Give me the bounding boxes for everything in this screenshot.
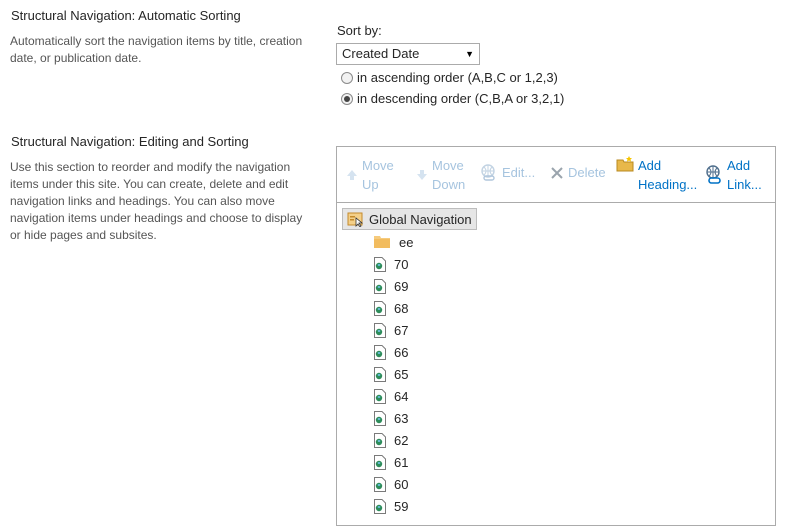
arrow-up-icon (346, 168, 358, 182)
move-up-button[interactable]: Move Up (346, 156, 394, 194)
tree-item[interactable]: ee (374, 231, 413, 253)
page-icon (374, 476, 386, 492)
add-link-button[interactable]: Add Link... (705, 156, 762, 194)
delete-button[interactable]: Delete (550, 163, 606, 182)
page-icon (374, 498, 386, 514)
navigation-root-icon (347, 211, 365, 227)
ascending-radio[interactable] (341, 71, 353, 84)
page-icon (374, 344, 386, 360)
tree-item[interactable]: 63 (374, 407, 408, 429)
add-heading-button[interactable]: Add Heading... (616, 156, 697, 194)
tree-item-label: 61 (394, 454, 409, 470)
descending-label: in descending order (C,B,A or 3,2,1) (357, 91, 565, 106)
tree-item[interactable]: 65 (374, 363, 408, 385)
tree-item-label: 63 (394, 410, 409, 426)
tree-root-global-navigation[interactable]: Global Navigation (342, 208, 477, 230)
page-icon (374, 322, 386, 338)
move-up-label-line2: Up (362, 177, 379, 192)
tree-item-label: 67 (394, 322, 409, 338)
descending-order-option[interactable]: in descending order (C,B,A or 3,2,1) (341, 91, 564, 106)
editing-sorting-description: Use this section to reorder and modify t… (10, 160, 303, 242)
tree-root-label: Global Navigation (369, 211, 472, 227)
edit-label: Edit... (502, 165, 536, 180)
navigation-toolbar: Move Up Move Down Edit... Delete Add Hea… (337, 147, 775, 203)
tree-item[interactable]: 62 (374, 429, 408, 451)
page-icon (374, 454, 386, 470)
add-link-label-line1: Add (727, 158, 751, 173)
navigation-editor: Move Up Move Down Edit... Delete Add Hea… (336, 146, 776, 526)
tree-item-label: 68 (394, 300, 409, 316)
folder-add-icon (616, 156, 634, 172)
tree-item[interactable]: 67 (374, 319, 408, 341)
descending-radio[interactable] (341, 92, 353, 105)
sort-by-selected-value: Created Date (342, 46, 420, 61)
move-down-label-line1: Move (432, 158, 464, 173)
tree-item[interactable]: 70 (374, 253, 408, 275)
edit-button[interactable]: Edit... (480, 163, 535, 182)
tree-item[interactable]: 66 (374, 341, 408, 363)
close-icon (550, 166, 564, 180)
tree-item[interactable]: 69 (374, 275, 408, 297)
dropdown-arrow-icon: ▼ (465, 49, 474, 59)
tree-item-label: 62 (394, 432, 409, 448)
arrow-down-icon (416, 168, 428, 182)
add-heading-label-line2: Heading... (638, 177, 698, 192)
tree-item[interactable]: 59 (374, 495, 408, 517)
page-icon (374, 432, 386, 448)
page-icon (374, 278, 386, 294)
add-link-icon (705, 165, 723, 185)
ascending-label: in ascending order (A,B,C or 1,2,3) (357, 70, 558, 85)
tree-item-label: 69 (394, 278, 409, 294)
folder-icon (374, 235, 391, 249)
ascending-order-option[interactable]: in ascending order (A,B,C or 1,2,3) (341, 70, 558, 85)
page-icon (374, 410, 386, 426)
tree-item-label: 66 (394, 344, 409, 360)
tree-item[interactable]: 68 (374, 297, 408, 319)
move-up-label-line1: Move (362, 158, 394, 173)
editing-sorting-title: Structural Navigation: Editing and Sorti… (11, 134, 249, 149)
edit-link-icon (480, 163, 498, 182)
tree-item-label: 59 (394, 498, 409, 514)
sort-by-label: Sort by: (337, 23, 382, 38)
tree-item-label: 60 (394, 476, 409, 492)
tree-item-label: 70 (394, 256, 409, 272)
page-icon (374, 300, 386, 316)
move-down-button[interactable]: Move Down (416, 156, 465, 194)
sort-by-select[interactable]: Created Date ▼ (336, 43, 480, 65)
add-heading-label-line1: Add (638, 158, 662, 173)
tree-item[interactable]: 64 (374, 385, 408, 407)
add-link-label-line2: Link... (727, 177, 762, 192)
tree-item[interactable]: 60 (374, 473, 408, 495)
move-down-label-line2: Down (432, 177, 466, 192)
page-icon (374, 366, 386, 382)
tree-item-label: ee (399, 234, 414, 250)
automatic-sorting-description: Automatically sort the navigation items … (10, 34, 303, 65)
page-icon (374, 256, 386, 272)
tree-item-label: 65 (394, 366, 409, 382)
delete-label: Delete (568, 165, 606, 180)
tree-item[interactable]: 61 (374, 451, 408, 473)
page-icon (374, 388, 386, 404)
tree-item-label: 64 (394, 388, 409, 404)
automatic-sorting-title: Structural Navigation: Automatic Sorting (11, 8, 241, 23)
